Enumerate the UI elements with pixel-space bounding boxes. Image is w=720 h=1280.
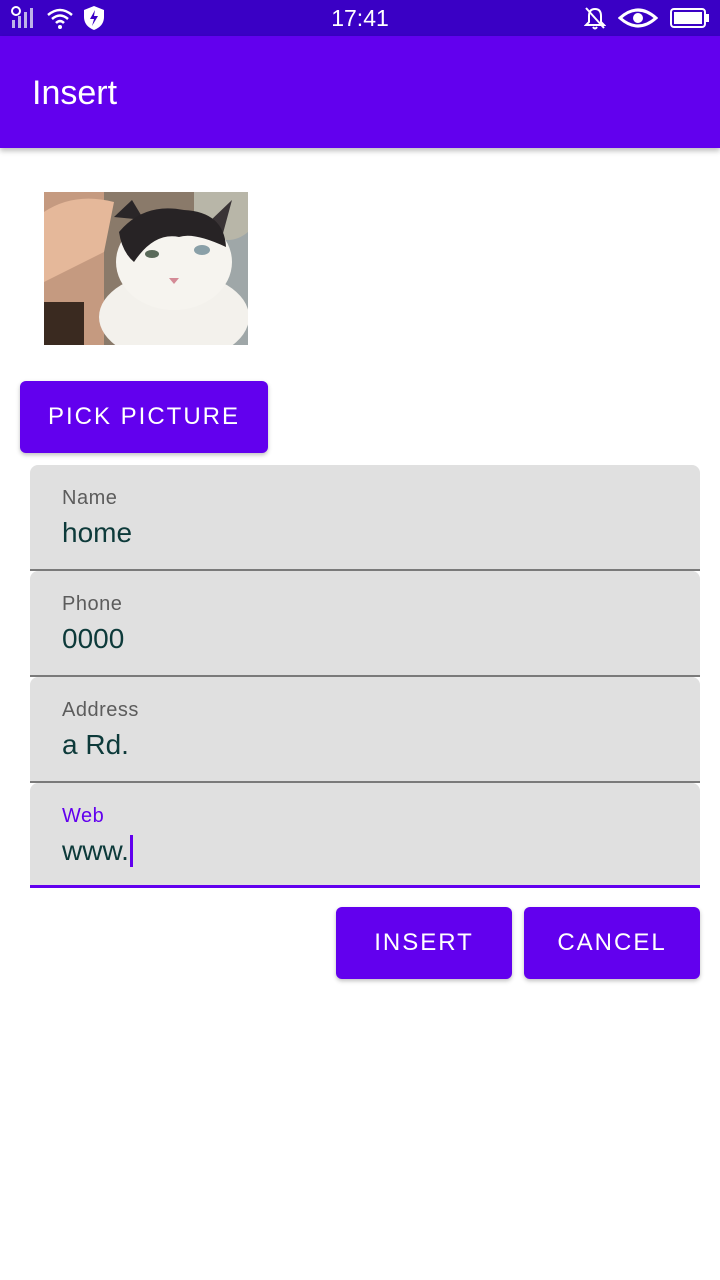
status-bar: 17:41	[0, 0, 720, 36]
cat-photo-image	[44, 192, 248, 345]
eye-icon	[618, 8, 658, 28]
web-field[interactable]: Web www.	[30, 783, 700, 888]
name-field[interactable]: Name home	[30, 465, 700, 571]
web-field-value: www.	[62, 835, 129, 866]
contact-photo	[44, 192, 248, 345]
text-cursor	[129, 834, 133, 867]
app-bar: Insert	[0, 36, 720, 148]
address-field-value[interactable]: a Rd.	[62, 729, 129, 761]
address-field[interactable]: Address a Rd.	[30, 677, 700, 783]
phone-field-value[interactable]: 0000	[62, 623, 124, 655]
bell-off-icon	[584, 7, 606, 30]
phone-field-label: Phone	[62, 593, 123, 615]
web-field-input[interactable]: www.	[62, 834, 133, 869]
page-title: Insert	[32, 74, 118, 112]
phone-field[interactable]: Phone 0000	[30, 571, 700, 677]
status-icons-right	[584, 6, 710, 30]
insert-button[interactable]: INSERT	[336, 907, 512, 979]
battery-icon	[670, 8, 709, 28]
web-field-label: Web	[62, 805, 105, 827]
name-field-label: Name	[62, 487, 118, 509]
address-field-label: Address	[62, 699, 139, 721]
pick-picture-button[interactable]: PICK PICTURE	[20, 381, 268, 453]
cancel-button[interactable]: CANCEL	[524, 907, 700, 979]
name-field-value[interactable]: home	[62, 517, 132, 549]
